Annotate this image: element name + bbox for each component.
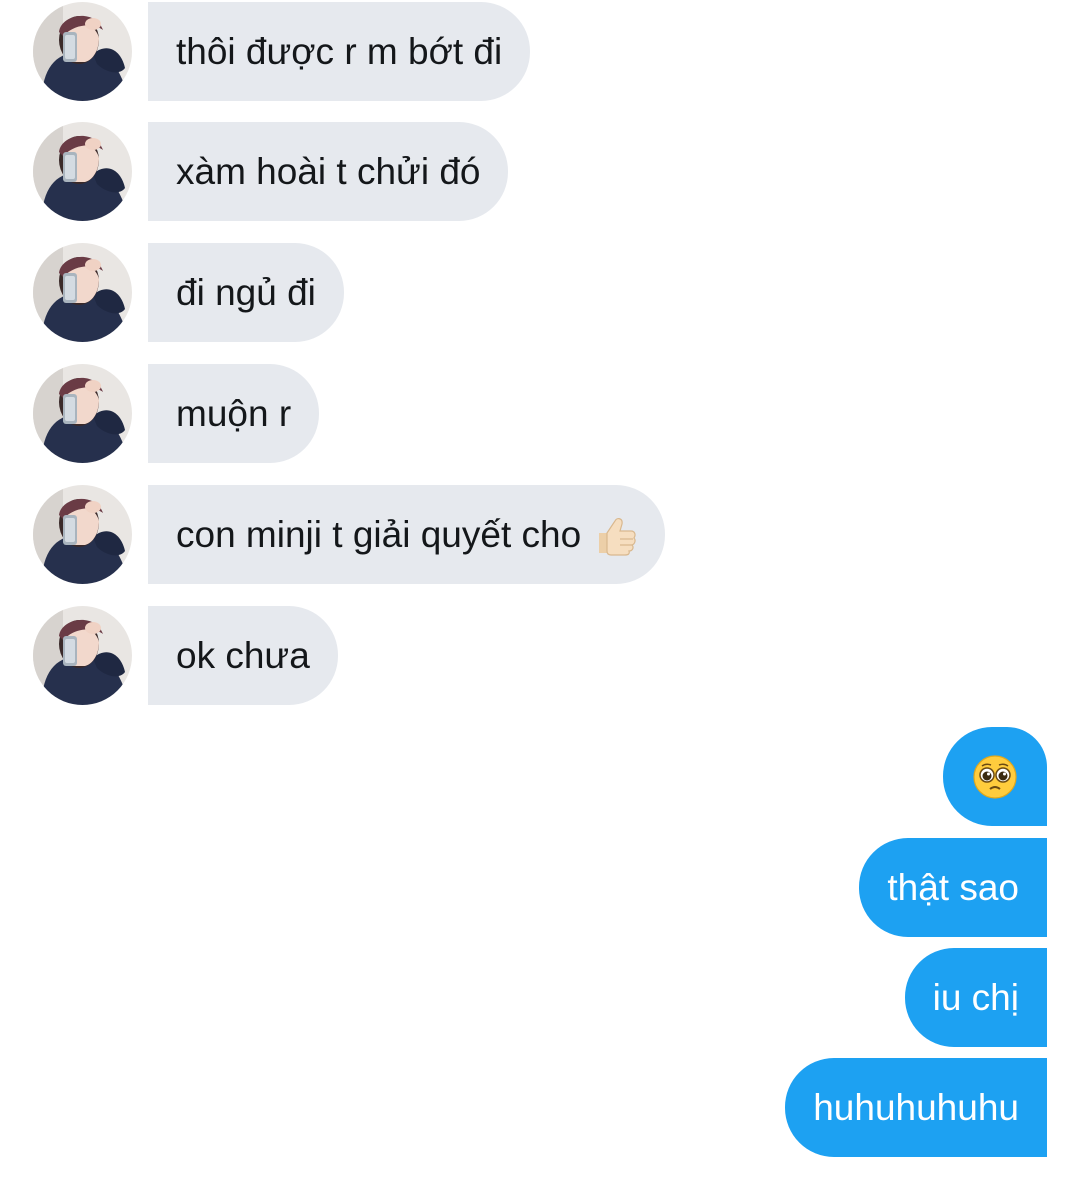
- message-text: huhuhuhuhu: [813, 1086, 1019, 1128]
- received-message-bubble[interactable]: ok chưa: [148, 606, 338, 705]
- avatar[interactable]: [33, 243, 132, 342]
- sent-message-bubble[interactable]: iu chị: [904, 948, 1047, 1047]
- avatar[interactable]: [33, 364, 132, 463]
- received-message-bubble[interactable]: xàm hoài t chửi đó: [148, 122, 509, 221]
- avatar[interactable]: [33, 122, 132, 221]
- sent-message-bubble[interactable]: thật sao: [859, 838, 1047, 937]
- received-message-bubble[interactable]: muộn r: [148, 364, 320, 463]
- received-message-bubble[interactable]: con minji t giải quyết cho: [148, 485, 666, 584]
- avatar[interactable]: [33, 485, 132, 584]
- thumbs-up-light-skin-icon: [593, 513, 637, 557]
- received-message-bubble[interactable]: đi ngủ đi: [148, 243, 344, 342]
- avatar[interactable]: [33, 2, 132, 101]
- pleading-face-icon: [972, 754, 1018, 800]
- avatar[interactable]: [33, 606, 132, 705]
- received-message-bubble[interactable]: thôi được r m bớt đi: [148, 2, 531, 101]
- message-text: con minji t giải quyết cho: [176, 513, 582, 555]
- sent-message-bubble[interactable]: huhuhuhuhu: [785, 1058, 1047, 1157]
- message-text: thôi được r m bớt đi: [176, 30, 503, 72]
- message-text: thật sao: [887, 866, 1019, 908]
- message-text: ok chưa: [176, 634, 310, 676]
- sent-message-bubble[interactable]: [943, 727, 1047, 826]
- message-text: đi ngủ đi: [176, 271, 316, 313]
- message-text: muộn r: [176, 392, 292, 434]
- message-text: iu chị: [932, 976, 1019, 1018]
- message-text: xàm hoài t chửi đó: [176, 150, 481, 192]
